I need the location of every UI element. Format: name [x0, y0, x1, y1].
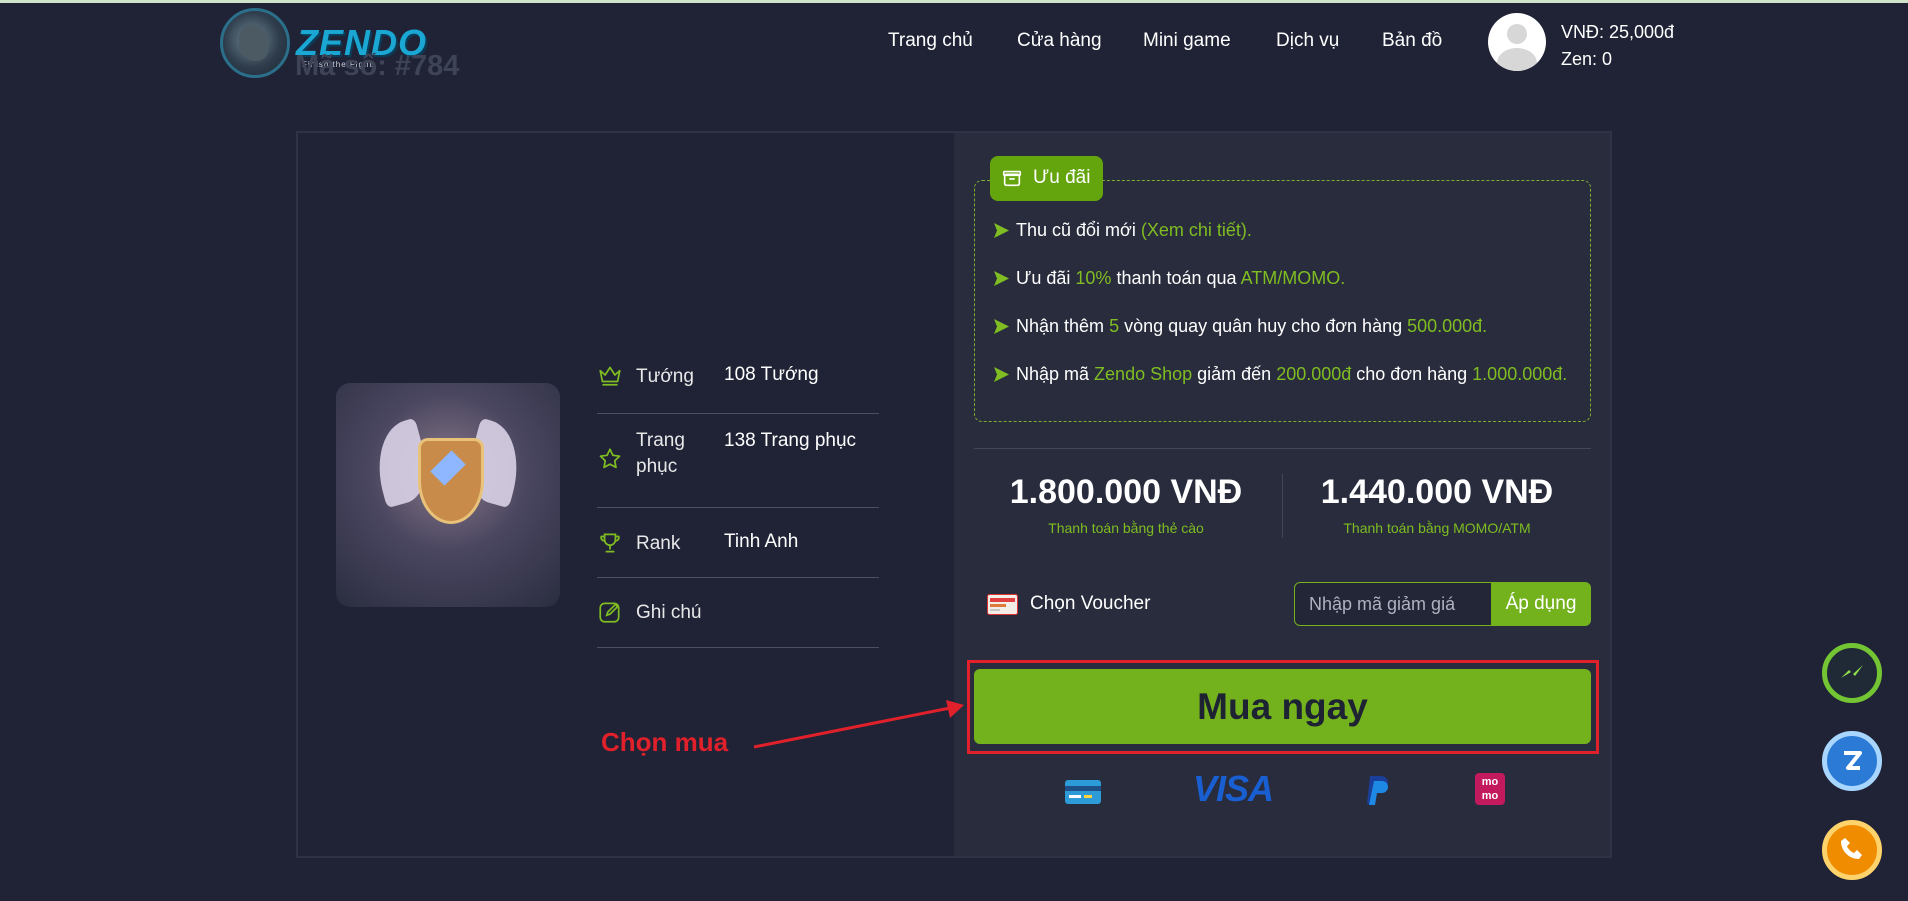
messenger-icon — [1841, 665, 1863, 678]
nav-item-minigame[interactable]: Mini game — [1143, 30, 1231, 52]
spec-value: Tinh Anh — [724, 531, 799, 552]
apply-voucher-button[interactable]: Áp dụng — [1491, 582, 1591, 626]
offer-highlight: 500.000đ. — [1407, 316, 1488, 336]
paypal-icon — [1367, 776, 1388, 805]
avatar-head — [1507, 24, 1527, 44]
avatar[interactable] — [1488, 13, 1546, 71]
spec-value: 138 Trang phục — [724, 430, 857, 451]
offer-highlight: Zendo Shop — [1094, 364, 1193, 384]
annotation-arrow — [753, 700, 964, 749]
send-arrow-icon — [994, 319, 1009, 334]
visa-logo: VISA — [1193, 768, 1274, 809]
offer-text-part: Thu cũ đổi mới — [1016, 220, 1141, 240]
offer-text-part: Nhập mã — [1016, 364, 1095, 384]
offers-title: Ưu đãi — [1033, 167, 1091, 188]
voucher-label[interactable]: Chọn Voucher — [1030, 593, 1150, 615]
phone-icon — [1841, 838, 1862, 859]
crown-icon — [599, 366, 621, 386]
buy-now-button[interactable]: Mua ngay — [974, 669, 1591, 744]
gift-box-icon — [1002, 170, 1022, 187]
momo-logo: mo mo — [1475, 773, 1505, 805]
offer-highlight: 1.000.000đ. — [1472, 364, 1568, 384]
offer-highlight: 200.000đ — [1276, 364, 1352, 384]
spec-row-note: Ghi chú — [597, 578, 879, 648]
spec-row-heroes: Tướng 108 Tướng — [597, 352, 879, 414]
divider — [974, 448, 1591, 449]
offer-highlight: 10% — [1075, 268, 1112, 288]
offer-text-part: cho đơn hàng — [1351, 364, 1473, 384]
avatar-body — [1497, 48, 1537, 71]
spec-label: Trang phục — [636, 430, 685, 477]
offer-text-part: Ưu đãi — [1016, 268, 1076, 288]
voucher-icon[interactable] — [987, 594, 1018, 615]
trophy-icon — [600, 533, 620, 553]
spec-label: Rank — [636, 533, 681, 554]
spec-label: Ghi chú — [636, 602, 702, 623]
price-momo: 1.440.000 VNĐ Thanh toán bằng MOMO/ATM — [1292, 473, 1582, 536]
price-momo-label: Thanh toán bằng MOMO/ATM — [1343, 520, 1531, 536]
spec-row-rank: Rank Tinh Anh — [597, 508, 879, 578]
offer-text: Thu cũ đổi mới (Xem chi tiết). — [1016, 217, 1576, 243]
offer-text-part: giảm đến — [1192, 364, 1277, 384]
top-border — [0, 0, 1908, 3]
product-image — [336, 383, 560, 607]
price-card-label: Thanh toán bằng thẻ cào — [1048, 520, 1204, 536]
spec-value: 108 Tướng — [724, 364, 819, 385]
spec-list: Tướng 108 Tướng Trang phục 138 Trang phụ… — [597, 352, 879, 648]
phone-button[interactable] — [1822, 820, 1882, 880]
offer-highlight: ATM/MOMO. — [1240, 268, 1346, 288]
offer-text: Ưu đãi 10% thanh toán qua ATM/MOMO. — [1016, 265, 1576, 291]
zalo-icon — [1844, 751, 1862, 770]
offer-highlight: 5 — [1109, 316, 1120, 336]
send-arrow-icon — [994, 223, 1009, 238]
annotation-label: Chọn mua — [601, 727, 729, 757]
momo-logo-top: mo — [1481, 776, 1499, 788]
star-icon — [599, 448, 621, 469]
offer-text-part: Nhận thêm — [1016, 316, 1110, 336]
wallet-vnd: VNĐ: 25,000đ — [1561, 22, 1675, 42]
spec-row-skins: Trang phục 138 Trang phục — [597, 414, 879, 508]
zalo-button[interactable] — [1822, 731, 1882, 791]
wolf-logo-icon — [220, 8, 290, 78]
price-card-amount: 1.800.000 VNĐ — [1009, 473, 1243, 511]
nav-item-home[interactable]: Trang chủ — [888, 30, 973, 52]
send-arrow-icon — [994, 271, 1009, 286]
offer-text-part: vòng quay quân huy cho đơn hàng — [1119, 316, 1408, 336]
price-momo-amount: 1.440.000 VNĐ — [1320, 473, 1554, 511]
nav-item-map[interactable]: Bản đồ — [1382, 30, 1442, 52]
wallet-info: VNĐ: 25,000đ Zen: 0 — [1561, 19, 1674, 73]
spec-label: Tướng — [636, 366, 694, 387]
nav-item-shop[interactable]: Cửa hàng — [1017, 30, 1102, 52]
credit-card-icon — [1065, 780, 1101, 804]
wallet-zen: Zen: 0 — [1561, 49, 1613, 69]
messenger-button[interactable] — [1822, 643, 1882, 703]
edit-icon — [599, 602, 620, 623]
offer-text: Nhập mã Zendo Shop giảm đến 200.000đ cho… — [1016, 361, 1576, 387]
offer-text: Nhận thêm 5 vòng quay quân huy cho đơn h… — [1016, 313, 1576, 339]
voucher-code-input[interactable] — [1294, 582, 1492, 626]
send-arrow-icon — [994, 367, 1009, 382]
product-code: Mã số: #784 — [295, 50, 460, 82]
price-divider — [1282, 474, 1283, 538]
momo-logo-bottom: mo — [1481, 790, 1499, 802]
nav-item-services[interactable]: Dịch vụ — [1276, 30, 1339, 52]
offer-highlight[interactable]: (Xem chi tiết). — [1141, 220, 1252, 240]
offer-text-part: thanh toán qua — [1111, 268, 1241, 288]
price-card: 1.800.000 VNĐ Thanh toán bằng thẻ cào — [986, 473, 1266, 536]
